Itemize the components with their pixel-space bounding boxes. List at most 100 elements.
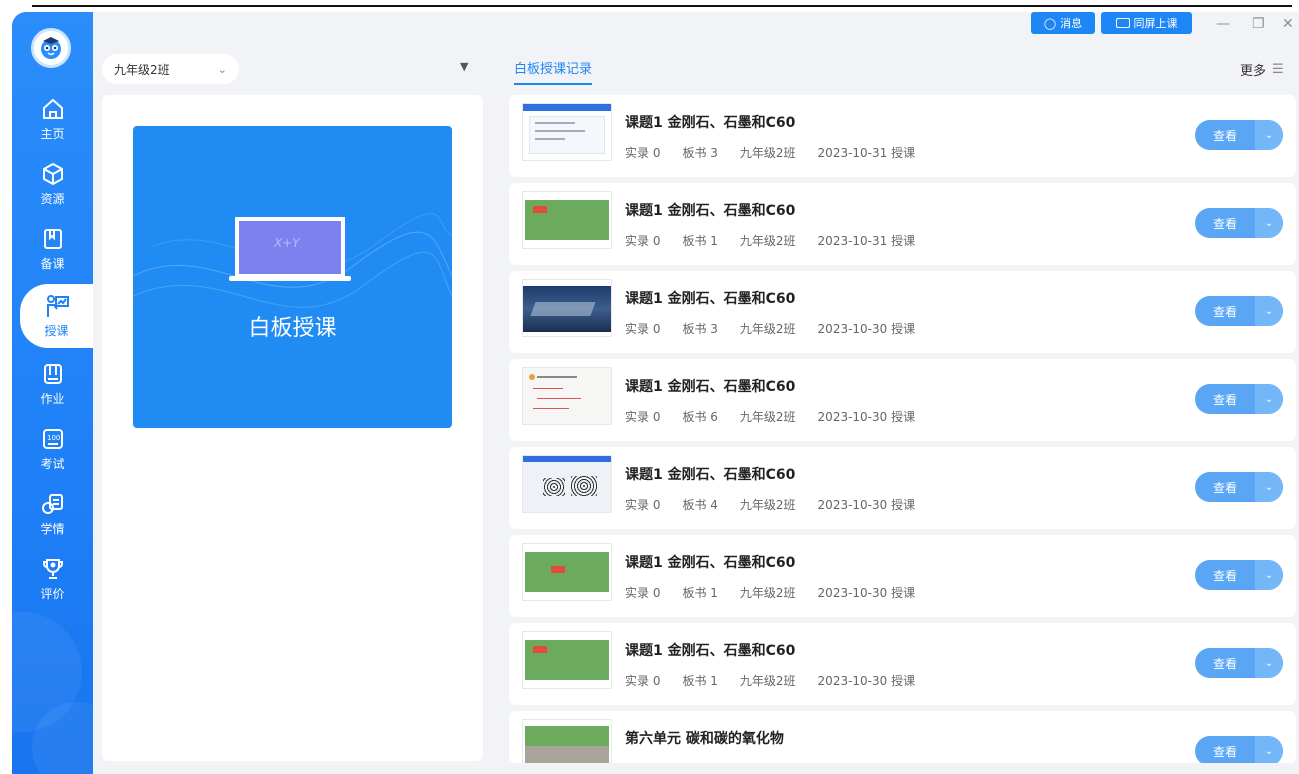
app-logo[interactable]: [31, 28, 71, 68]
record-card[interactable]: 课题1 金刚石、石墨和C60 实录 0 板书 1 九年级2班 2023-10-3…: [509, 535, 1296, 617]
sidebar-item-label: 学情: [40, 522, 65, 536]
view-button[interactable]: 查看: [1195, 208, 1255, 238]
view-button[interactable]: 查看: [1195, 296, 1255, 326]
record-card[interactable]: 课题1 金刚石、石墨和C60 实录 0 板书 1 九年级2班 2023-10-3…: [509, 623, 1296, 705]
screen-share-label: 同屏上课: [1133, 17, 1178, 30]
chevron-down-icon[interactable]: ⌄: [1255, 120, 1283, 150]
record-title: 课题1 金刚石、石墨和C60: [625, 203, 796, 219]
view-button[interactable]: 查看: [1195, 384, 1255, 414]
record-meta: 实录 0 板书 6 九年级2班 2023-10-30 授课: [625, 408, 915, 425]
record-count: 实录 0: [625, 322, 661, 336]
more-button[interactable]: 更多 ☰: [1240, 60, 1284, 79]
chevron-down-icon[interactable]: ⌄: [1255, 472, 1283, 502]
more-label: 更多: [1240, 64, 1267, 79]
view-button[interactable]: 查看: [1195, 120, 1255, 150]
sidebar: 主页 资源 备课 授课 作业 100 考试 学情 评价: [12, 12, 93, 774]
chevron-down-icon[interactable]: ⌄: [1255, 648, 1283, 678]
board-count: 板书 3: [682, 322, 718, 336]
record-count: 实录 0: [625, 146, 661, 160]
view-button[interactable]: 查看: [1195, 472, 1255, 502]
view-button-group: 查看 ⌄: [1195, 296, 1283, 326]
record-class: 九年级2班: [739, 498, 796, 512]
board-count: 板书 1: [682, 234, 718, 248]
sidebar-item-label: 评价: [40, 587, 65, 601]
record-class: 九年级2班: [739, 322, 796, 336]
chevron-down-icon[interactable]: ⌄: [1255, 208, 1283, 238]
record-title: 课题1 金刚石、石墨和C60: [625, 291, 796, 307]
chevron-down-icon[interactable]: ⌄: [1255, 296, 1283, 326]
whiteboard-teach-card[interactable]: X+Y 白板授课: [133, 126, 452, 428]
close-button[interactable]: ✕: [1282, 16, 1294, 32]
chevron-down-icon[interactable]: ⌄: [1255, 384, 1283, 414]
view-button-group: 查看 ⌄: [1195, 472, 1283, 502]
board-count: 板书 6: [682, 410, 718, 424]
record-date: 2023-10-30 授课: [817, 674, 916, 688]
photo-thumbnail: [522, 279, 612, 337]
view-button-group: 查看 ⌄: [1195, 208, 1283, 238]
sidebar-item-resources[interactable]: 资源: [12, 152, 93, 216]
message-label: 消息: [1060, 17, 1083, 30]
handwriting-thumbnail: [522, 367, 612, 425]
sidebar-item-stats[interactable]: 学情: [12, 482, 93, 546]
chevron-down-icon: ⌄: [217, 62, 227, 76]
record-meta: 实录 0 板书 1 九年级2班 2023-10-31 授课: [625, 232, 915, 249]
record-date: 2023-10-31 授课: [817, 146, 916, 160]
stats-icon: [40, 491, 66, 517]
book-icon: [40, 226, 66, 252]
record-card[interactable]: 课题1 金刚石、石墨和C60 实录 0 板书 1 九年级2班 2023-10-3…: [509, 183, 1296, 265]
sidebar-item-evaluate[interactable]: 评价: [12, 547, 93, 611]
slide-thumbnail: [522, 103, 612, 161]
record-card[interactable]: 课题1 金刚石、石墨和C60 实录 0 板书 3 九年级2班 2023-10-3…: [509, 271, 1296, 353]
screen-share-button[interactable]: 同屏上课: [1101, 12, 1192, 34]
record-class: 九年级2班: [739, 146, 796, 160]
record-meta: 实录 0 板书 1 九年级2班 2023-10-30 授课: [625, 672, 915, 689]
record-meta: 实录 0 板书 3 九年级2班 2023-10-31 授课: [625, 144, 915, 161]
sidebar-item-prepare[interactable]: 备课: [12, 217, 93, 281]
record-meta: 实录 0 板书 3 九年级2班 2023-10-30 授课: [625, 320, 915, 337]
sidebar-item-homework[interactable]: 作业: [12, 352, 93, 416]
chevron-down-icon[interactable]: ⌄: [1255, 736, 1283, 763]
record-card[interactable]: 第六单元 碳和碳的氧化物 查看 ⌄: [509, 711, 1296, 763]
molecule-thumbnail: [522, 455, 612, 513]
sidebar-item-label: 作业: [40, 392, 65, 406]
board-text: X+Y: [274, 236, 300, 250]
record-card[interactable]: 课题1 金刚石、石墨和C60 实录 0 板书 4 九年级2班 2023-10-3…: [509, 447, 1296, 529]
tab-whiteboard-records[interactable]: 白板授课记录: [514, 58, 593, 85]
record-card[interactable]: 课题1 金刚石、石墨和C60 实录 0 板书 3 九年级2班 2023-10-3…: [509, 95, 1296, 177]
restore-button[interactable]: ❐: [1252, 16, 1265, 32]
minimize-button[interactable]: —: [1216, 16, 1230, 32]
record-count: 实录 0: [625, 234, 661, 248]
sidebar-item-label: 资源: [40, 192, 65, 206]
view-button[interactable]: 查看: [1195, 648, 1255, 678]
record-count: 实录 0: [625, 586, 661, 600]
record-title: 课题1 金刚石、石墨和C60: [625, 115, 796, 131]
sidebar-item-teach[interactable]: 授课: [20, 284, 93, 348]
view-button[interactable]: 查看: [1195, 560, 1255, 590]
board-count: 板书 1: [682, 674, 718, 688]
class-select[interactable]: 九年级2班 ⌄: [102, 54, 239, 84]
svg-text:100: 100: [47, 434, 60, 442]
sidebar-item-exam[interactable]: 100 考试: [12, 417, 93, 481]
sidebar-item-home[interactable]: 主页: [12, 87, 93, 151]
sidebar-item-label: 备课: [40, 257, 65, 271]
board-thumbnail: [522, 719, 612, 763]
message-button[interactable]: ◯ 消息: [1031, 12, 1095, 34]
view-button-group: 查看 ⌄: [1195, 736, 1283, 763]
record-class: 九年级2班: [739, 674, 796, 688]
board-count: 板书 4: [682, 498, 718, 512]
record-date: 2023-10-30 授课: [817, 586, 916, 600]
view-button[interactable]: 查看: [1195, 736, 1255, 763]
filter-dropdown-icon[interactable]: ▼: [460, 60, 468, 73]
green-board-thumbnail: [522, 631, 612, 689]
green-board-thumbnail: [522, 543, 612, 601]
sidebar-item-label: 主页: [40, 127, 65, 141]
record-title: 课题1 金刚石、石墨和C60: [625, 643, 796, 659]
view-button-group: 查看 ⌄: [1195, 120, 1283, 150]
record-title: 课题1 金刚石、石墨和C60: [625, 555, 796, 571]
record-class: 九年级2班: [739, 234, 796, 248]
record-card[interactable]: 课题1 金刚石、石墨和C60 实录 0 板书 6 九年级2班 2023-10-3…: [509, 359, 1296, 441]
record-count: 实录 0: [625, 498, 661, 512]
chevron-down-icon[interactable]: ⌄: [1255, 560, 1283, 590]
whiteboard-illustration: [133, 213, 452, 308]
teach-icon: [44, 293, 70, 319]
